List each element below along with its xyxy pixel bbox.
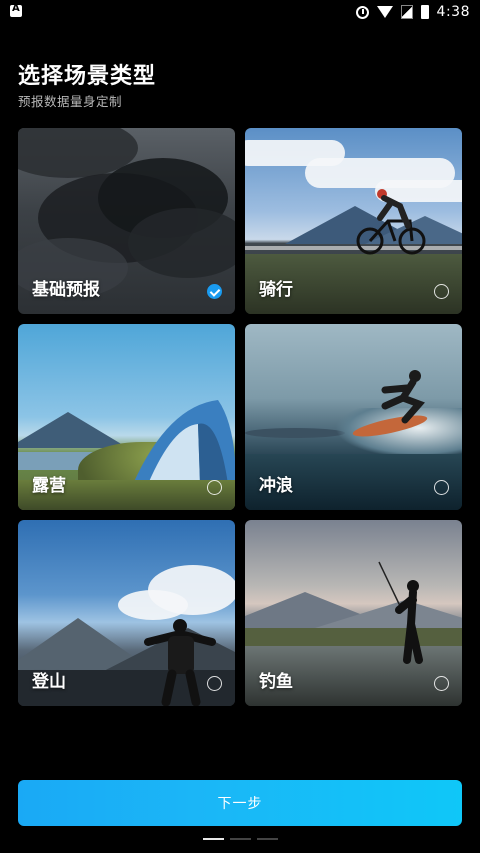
radio-unselected-icon[interactable] — [207, 480, 222, 495]
status-bar: 4:38 — [0, 0, 480, 24]
notification-a-icon — [10, 3, 22, 17]
scene-label: 登山 — [32, 672, 66, 692]
scene-card-cycling[interactable]: 骑行 — [245, 128, 462, 314]
scene-label: 钓鱼 — [259, 672, 293, 692]
scene-card-surfing[interactable]: 冲浪 — [245, 324, 462, 510]
radio-unselected-icon[interactable] — [207, 676, 222, 691]
scene-card-basic-forecast[interactable]: 基础预报 — [18, 128, 235, 314]
scene-card-camping[interactable]: 露营 — [18, 324, 235, 510]
radio-unselected-icon[interactable] — [434, 284, 449, 299]
scene-label: 露营 — [32, 476, 66, 496]
scene-label: 冲浪 — [259, 476, 293, 496]
page-subtitle: 预报数据量身定制 — [18, 94, 123, 109]
battery-icon — [420, 5, 429, 19]
signal-icon — [400, 5, 413, 19]
selected-check-icon[interactable] — [207, 284, 222, 299]
page-dot — [230, 838, 251, 840]
scene-label: 基础预报 — [32, 280, 100, 300]
radio-unselected-icon[interactable] — [434, 480, 449, 495]
page-dot — [257, 838, 278, 840]
page-title: 选择场景类型 — [18, 64, 157, 89]
scene-grid: 基础预报 骑行 露营 冲浪 登山 钓鱼 — [18, 128, 462, 706]
radio-unselected-icon[interactable] — [434, 676, 449, 691]
page-dot-active — [203, 838, 224, 840]
page-indicator — [203, 838, 278, 840]
scene-card-fishing[interactable]: 钓鱼 — [245, 520, 462, 706]
scene-card-mountaineering[interactable]: 登山 — [18, 520, 235, 706]
next-button[interactable]: 下一步 — [18, 780, 462, 826]
scene-label: 骑行 — [259, 280, 293, 300]
status-time: 4:38 — [436, 4, 470, 20]
alarm-icon — [355, 5, 369, 19]
wifi-icon — [376, 6, 393, 18]
